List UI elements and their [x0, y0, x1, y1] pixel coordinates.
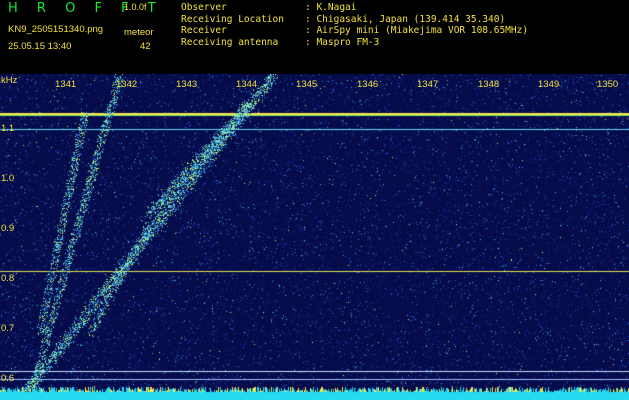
x-tick-label: 1350: [597, 79, 619, 90]
info-key: Receiving Location: [181, 13, 284, 25]
y-tick-label: 0.6: [1, 373, 15, 384]
x-tick-label: 1348: [478, 79, 500, 90]
info-key: Observer: [181, 2, 227, 13]
y-tick-label: 0.7: [1, 323, 15, 334]
info-key: Receiver: [181, 25, 227, 36]
info-row-receiver: Receiver : AirSpy mini (Miakejima VOR 108…: [181, 25, 528, 37]
y-tick-label: 0.8: [1, 273, 15, 284]
version-label: 1.0.0f: [124, 2, 147, 12]
info-value: : K.Nagai: [305, 2, 357, 13]
spectrogram-canvas[interactable]: [0, 74, 629, 400]
header-panel: H R O F F T 1.0.0f KN9_2505151340.png me…: [0, 0, 629, 74]
x-tick-label: 1341: [55, 79, 77, 90]
info-row-observer: Observer : K.Nagai: [181, 2, 528, 14]
y-axis-unit: kHz: [1, 75, 18, 86]
station-info: Observer : K.Nagai Receiving Location : Ch…: [181, 2, 528, 48]
x-tick-label: 1347: [417, 79, 439, 90]
info-key: Receiving antenna: [181, 36, 279, 48]
x-tick-label: 1345: [296, 79, 318, 90]
info-value: : Maspro FM-3: [305, 36, 380, 48]
datetime: 25.05.15 13:40: [8, 41, 72, 52]
x-tick-label: 1343: [176, 79, 198, 90]
meteor-label: meteor: [124, 27, 154, 38]
y-tick-label: 1.0: [1, 173, 15, 184]
x-tick-label: 1344: [236, 79, 258, 90]
x-tick-label: 1349: [538, 79, 560, 90]
info-value: : AirSpy mini (Miakejima VOR 108.65MHz): [305, 25, 529, 36]
info-value: : Chigasaki, Japan (139.414 35.340): [305, 13, 506, 25]
x-tick-label: 1342: [116, 79, 138, 90]
file-name: KN9_2505151340.png: [8, 24, 104, 35]
x-tick-label: 1346: [357, 79, 379, 90]
meteor-count: 42: [140, 41, 151, 52]
y-tick-label: 1.1: [1, 123, 15, 134]
y-tick-label: 0.9: [1, 223, 15, 234]
info-row-antenna: Receiving antenna : Maspro FM-3: [181, 37, 528, 49]
info-row-location: Receiving Location : Chigasaki, Japan (13…: [181, 14, 528, 26]
